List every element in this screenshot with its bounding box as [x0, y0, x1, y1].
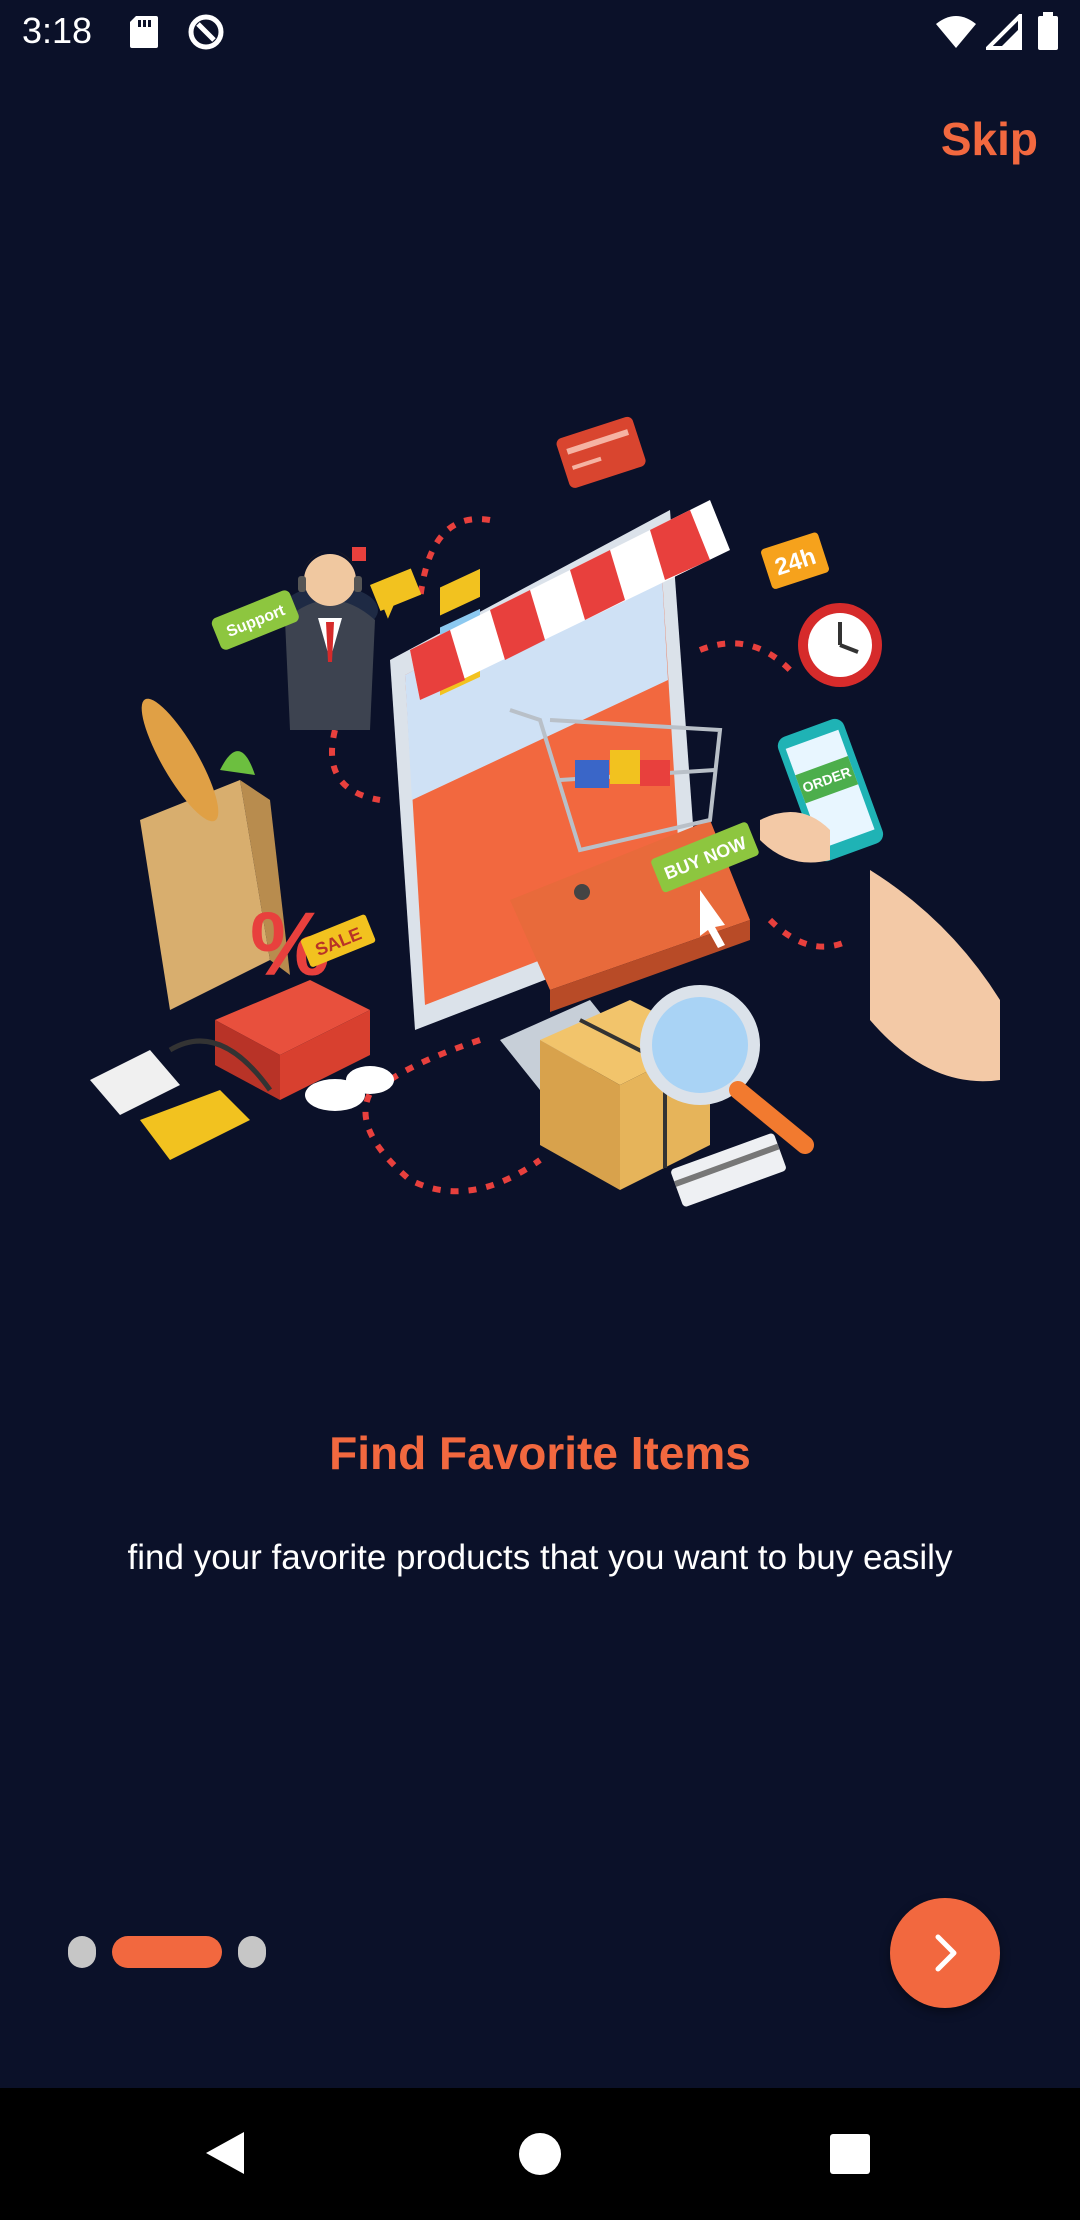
status-bar: 3:18	[0, 0, 1080, 66]
wifi-icon	[936, 16, 976, 48]
onboarding-title: Find Favorite Items	[329, 1427, 751, 1479]
recents-icon[interactable]	[828, 2132, 872, 2176]
page-dot-3[interactable]	[238, 1936, 266, 1968]
back-icon[interactable]	[200, 2128, 250, 2178]
system-navigation-bar	[0, 2088, 1080, 2220]
onboarding-description: find your favorite products that you wan…	[127, 1538, 953, 1577]
sd-card-icon	[130, 16, 158, 48]
next-button[interactable]	[890, 1898, 1000, 2008]
ecommerce-illustration: Support 24h BUY NOW ORDER % SALE	[90, 416, 1000, 1207]
chevron-right-icon	[935, 1934, 957, 1972]
home-icon[interactable]	[516, 2130, 564, 2178]
signal-icon	[986, 14, 1022, 50]
status-time: 3:18	[22, 10, 93, 51]
page-dot-1[interactable]	[68, 1936, 96, 1968]
sync-icon	[188, 14, 224, 50]
skip-button[interactable]: Skip	[941, 112, 1038, 166]
page-dot-2-active[interactable]	[112, 1936, 222, 1968]
battery-icon	[1038, 12, 1058, 50]
